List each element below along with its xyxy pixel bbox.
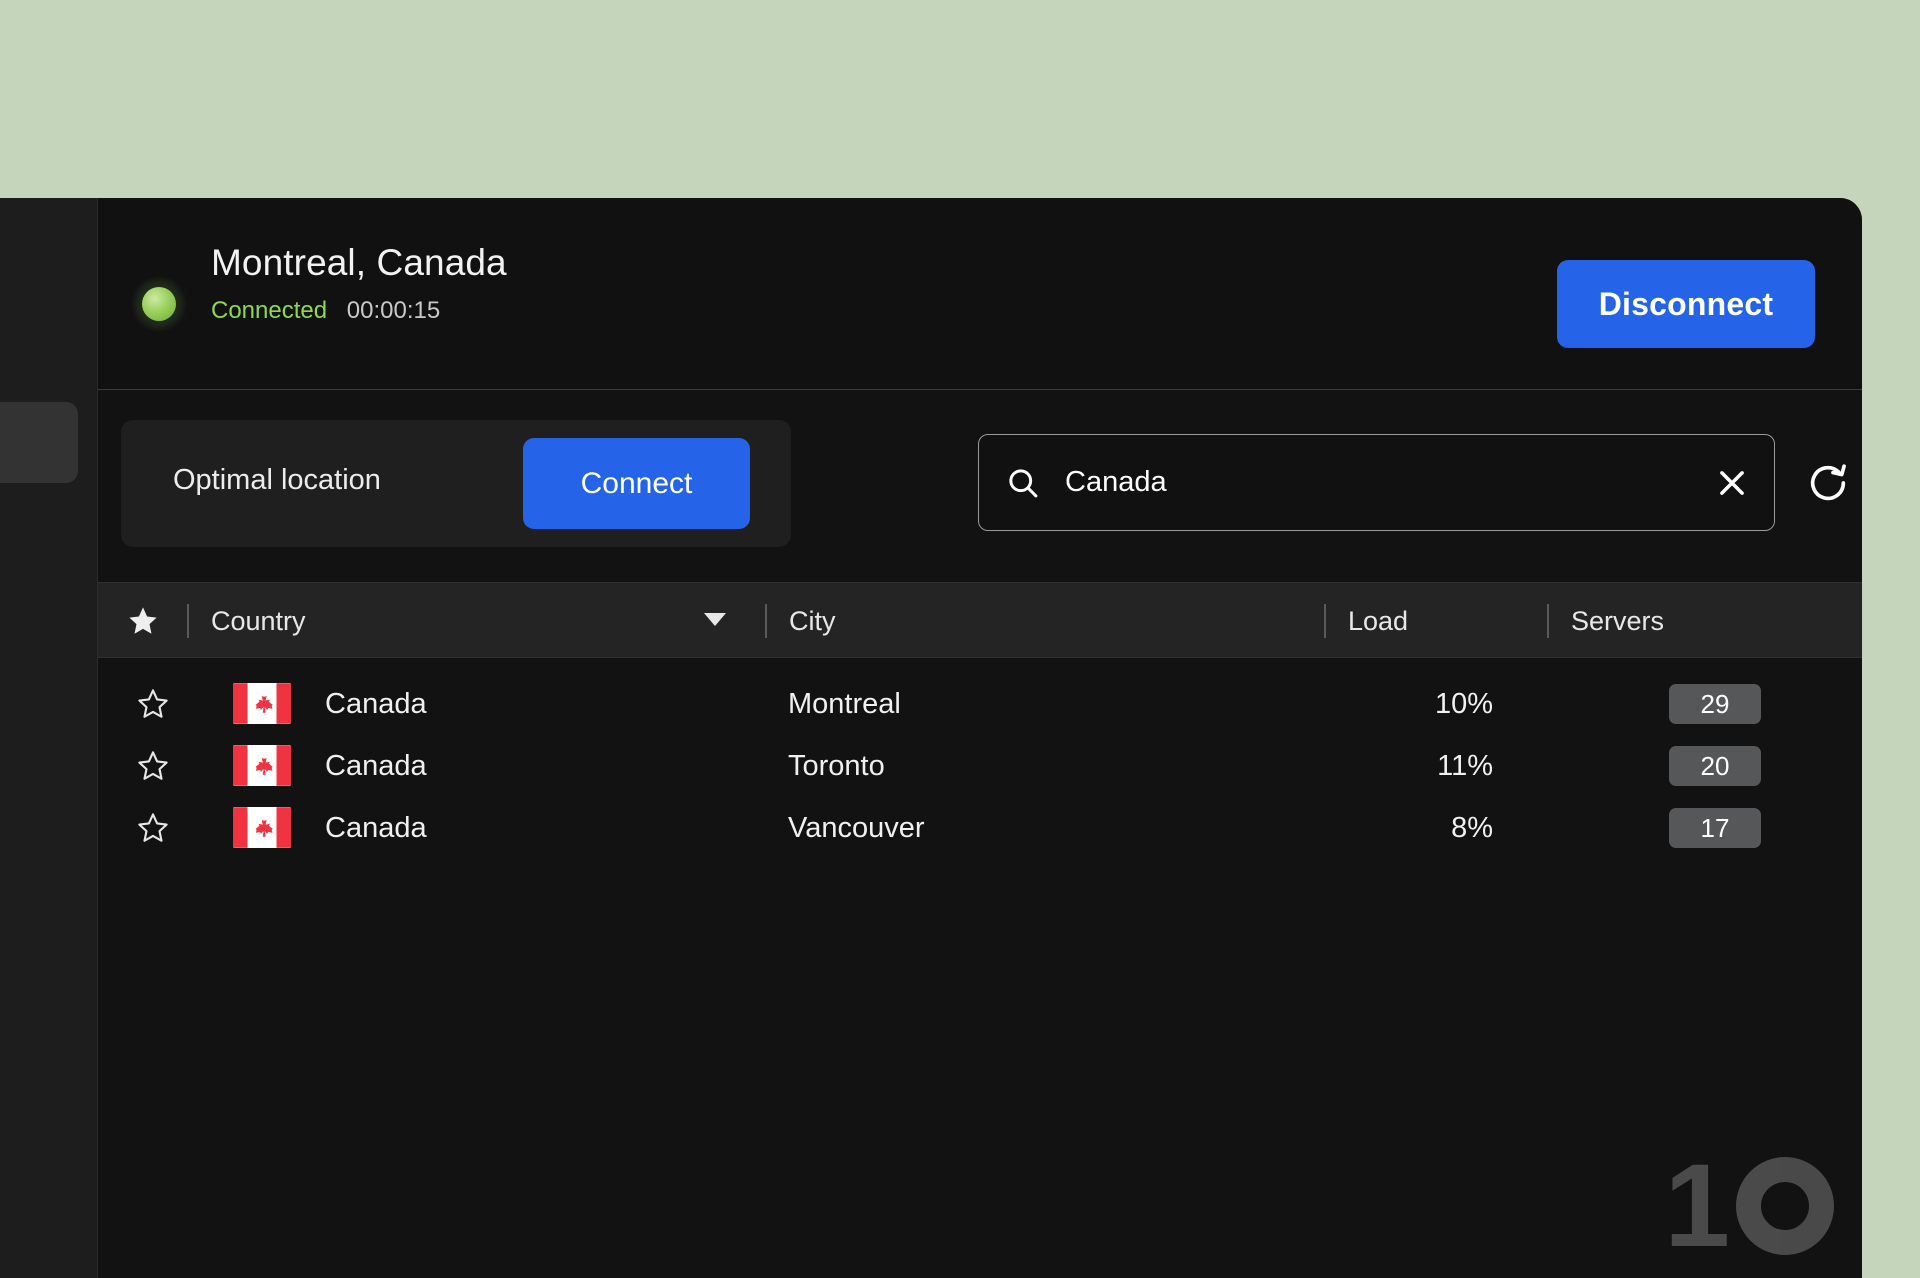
cell-country: Canada — [325, 749, 427, 782]
header-divider — [1547, 604, 1549, 638]
watermark-digit: 1 — [1664, 1139, 1730, 1272]
header-divider — [1324, 604, 1326, 638]
search-icon — [1005, 465, 1041, 501]
favorite-star-icon[interactable] — [136, 811, 170, 845]
header-divider — [187, 604, 189, 638]
server-table-header: Country City Load Servers — [98, 582, 1862, 658]
cell-city: Vancouver — [788, 811, 925, 844]
server-count-badge: 20 — [1669, 746, 1761, 786]
cell-load: 8% — [1451, 811, 1493, 844]
connection-status-indicator — [131, 276, 187, 332]
cell-country: Canada — [325, 811, 427, 844]
watermark-logo: 1 — [1664, 1139, 1834, 1272]
sort-descending-icon[interactable] — [704, 613, 726, 626]
server-count-badge: 29 — [1669, 684, 1761, 724]
control-bar: Optimal location Connect — [98, 390, 1862, 582]
table-row[interactable]: Canada Toronto 11% 20 — [98, 735, 1862, 797]
sidebar-item-active[interactable] — [0, 402, 78, 483]
canada-flag-icon — [233, 683, 291, 724]
search-box[interactable] — [978, 434, 1775, 531]
desktop-background: Montreal, Canada Connected 00:00:15 Disc… — [0, 0, 1920, 1278]
favorite-star-icon[interactable] — [136, 749, 170, 783]
table-row[interactable]: Canada Vancouver 8% 17 — [98, 797, 1862, 859]
cell-city: Montreal — [788, 687, 901, 720]
cell-city: Toronto — [788, 749, 885, 782]
vpn-app-window: Montreal, Canada Connected 00:00:15 Disc… — [98, 198, 1862, 1278]
connection-status-text: Montreal, Canada Connected 00:00:15 — [211, 242, 507, 324]
connection-status-subline: Connected 00:00:15 — [211, 296, 507, 324]
column-header-servers[interactable]: Servers — [1571, 583, 1664, 659]
column-header-city[interactable]: City — [789, 583, 836, 659]
refresh-icon[interactable] — [1805, 460, 1851, 506]
connection-status-header: Montreal, Canada Connected 00:00:15 Disc… — [98, 198, 1862, 390]
watermark-ring-icon — [1736, 1156, 1834, 1255]
search-input[interactable] — [1065, 435, 1665, 529]
table-row[interactable]: Canada Montreal 10% 29 — [98, 673, 1862, 735]
header-divider — [765, 604, 767, 638]
connection-state-label: Connected — [211, 296, 328, 324]
server-count-badge: 17 — [1669, 808, 1761, 848]
connected-dot-icon — [142, 287, 176, 321]
optimal-location-card: Optimal location Connect — [121, 420, 791, 547]
canada-flag-icon — [233, 745, 291, 786]
column-header-country[interactable]: Country — [211, 583, 306, 659]
favorite-star-icon[interactable] — [136, 687, 170, 721]
optimal-location-label: Optimal location — [173, 464, 381, 496]
canada-flag-icon — [233, 807, 291, 848]
cell-country: Canada — [325, 687, 427, 720]
cell-load: 11% — [1437, 749, 1493, 782]
disconnect-button[interactable]: Disconnect — [1557, 260, 1815, 348]
app-sidebar — [0, 198, 98, 1278]
close-icon[interactable] — [1710, 461, 1754, 505]
column-header-favorite[interactable] — [126, 583, 160, 659]
connection-timer: 00:00:15 — [346, 296, 441, 324]
column-header-load[interactable]: Load — [1348, 583, 1408, 659]
server-table-body: Canada Montreal 10% 29 Canada Toronto 11% 20 Can… — [98, 673, 1862, 859]
connect-button[interactable]: Connect — [523, 438, 750, 529]
connected-location-title: Montreal, Canada — [211, 242, 507, 283]
cell-load: 10% — [1434, 687, 1493, 720]
